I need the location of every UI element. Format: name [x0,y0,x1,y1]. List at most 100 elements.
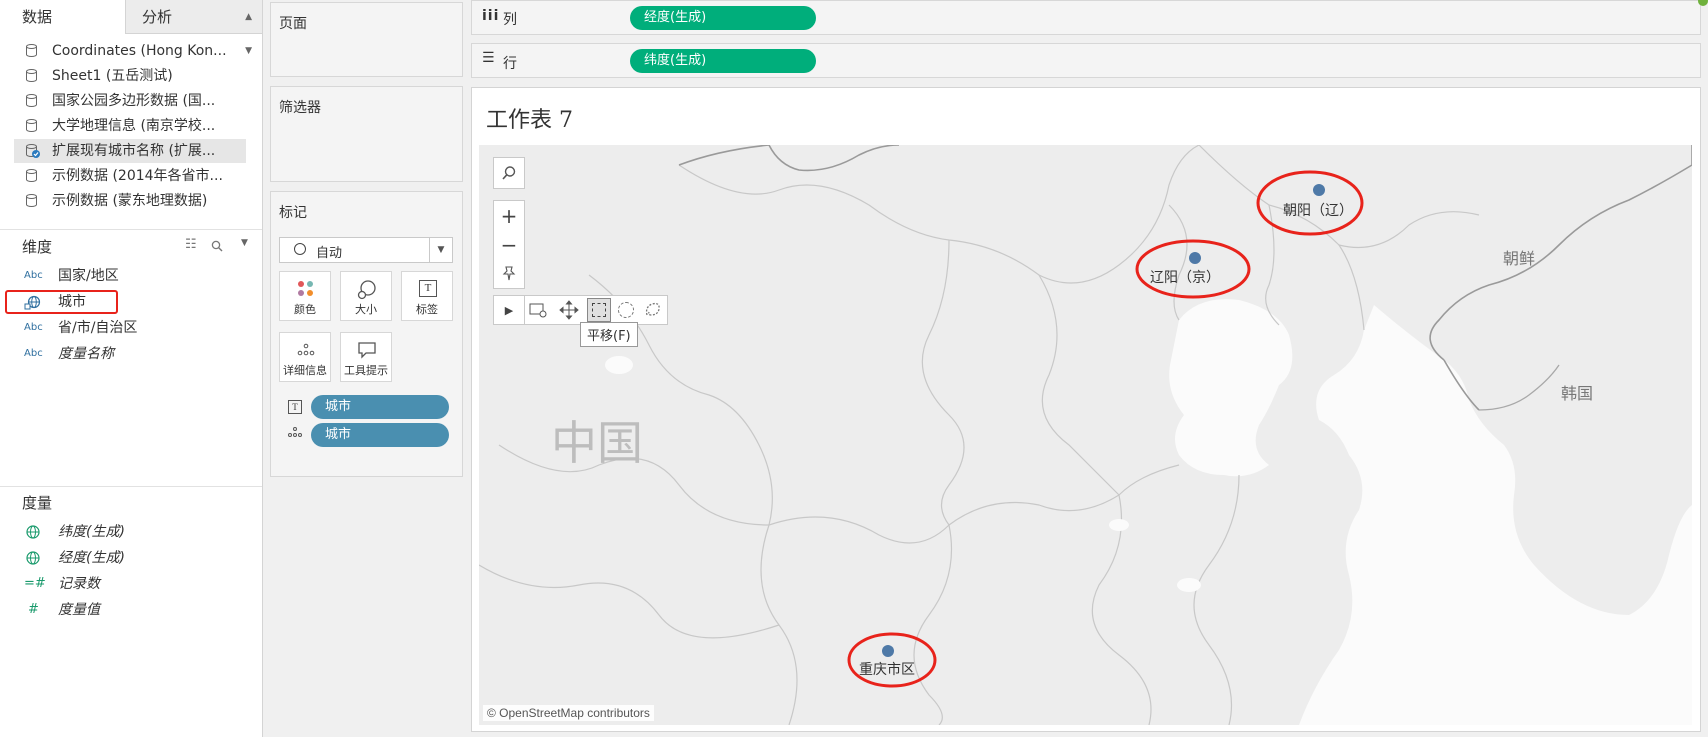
field-label: 国家/地区 [58,268,119,284]
map-copyright: © OpenStreetMap contributors [483,705,654,721]
dimensions-menu-icon[interactable]: ▼ [241,238,248,248]
globe-icon [26,525,40,539]
number-type-icon: # [28,602,39,617]
field-latitude[interactable]: 纬度(生成) [0,519,262,545]
datasource-label: 示例数据 (2014年各省市... [52,168,223,184]
mark-liaoyang[interactable] [1189,252,1201,264]
longitude-pill[interactable]: 经度(生成) [630,6,816,30]
label-encoding-icon: T [288,400,302,414]
circle-mark-icon [294,243,306,255]
field-longitude[interactable]: 经度(生成) [0,545,262,571]
datasource-item[interactable]: 国家公园多边形数据 (国... [14,89,246,113]
search-icon[interactable] [211,240,223,252]
plus-icon: + [500,204,518,228]
pan-tooltip: 平移(F) [580,322,638,347]
rows-shelf[interactable]: ☰ 行 纬度(生成) [471,43,1701,78]
sheet-title[interactable]: 工作表 7 [486,102,573,134]
datasource-item[interactable]: 示例数据 (2014年各省市... [14,164,246,188]
rows-icon: ☰ [482,50,495,66]
map[interactable]: 中国 朝鲜 韩国 朝阳（辽） 辽阳（京） 重庆市区 + − ▶ 平移(F) © … [479,145,1692,725]
mark-chaoyang[interactable] [1313,184,1325,196]
zoom-out-button[interactable]: − [493,230,525,259]
map-search-button[interactable] [493,157,525,189]
field-label: 度量值 [58,602,100,618]
database-icon [26,69,37,82]
database-icon [26,94,37,107]
label-label: 标签 [416,303,438,316]
measures-title: 度量 [22,494,53,512]
data-pane: 数据 分析 ▲ ▼ Coordinates (Hong Kon... Sheet1… [0,0,263,737]
datasource-item[interactable]: Coordinates (Hong Kon... [14,39,246,63]
color-button[interactable]: 颜色 [279,271,331,321]
datasource-label: Coordinates (Hong Kon... [52,43,227,59]
field-province[interactable]: Abc 省/市/自治区 [0,315,262,341]
datasource-label: Sheet1 (五岳测试) [52,68,173,84]
worksheet-view: 工作表 7 中国 朝鲜 韩国 朝阳（辽） 辽阳（京） 重庆市区 + − ▶ 平移… [471,87,1701,732]
field-label: 省/市/自治区 [58,320,138,336]
rect-select-button[interactable] [587,298,611,322]
string-type-icon: Abc [24,270,43,281]
database-icon [26,169,37,182]
field-city[interactable]: 城市 [0,289,262,315]
latitude-pill[interactable]: 纬度(生成) [630,49,816,73]
mark-type-label: 自动 [316,246,343,261]
marks-card: 标记 自动 ▼ 颜色 大小 T 标签 详细信息 工具提示 T 城市 城市 [270,191,463,477]
datasource-label: 大学地理信息 (南京学校... [52,118,216,134]
size-label: 大小 [355,303,377,316]
zoom-in-button[interactable]: + [493,200,525,230]
map-tools-strip [524,295,668,325]
calculated-number-icon: =# [24,576,46,591]
expand-toolbar-button[interactable]: ▶ [493,295,525,325]
pages-card[interactable]: 页面 [270,2,463,77]
columns-icon: iii [482,8,500,24]
columns-shelf[interactable]: iii 列 经度(生成) [471,0,1701,35]
mark-chongqing[interactable] [882,645,894,657]
datasource-item[interactable]: 大学地理信息 (南京学校... [14,114,246,138]
color-icon [298,281,313,296]
chevron-down-icon[interactable]: ▼ [429,238,452,262]
globe-icon [26,551,40,565]
field-record-count[interactable]: =# 记录数 [0,571,262,597]
size-button[interactable]: 大小 [340,271,392,321]
tab-data[interactable]: 数据 [0,0,125,34]
divider [0,229,262,230]
tooltip-button[interactable]: 工具提示 [340,332,392,382]
lasso-select-icon[interactable] [644,301,662,319]
detail-label: 详细信息 [283,364,327,377]
rows-label: 行 [503,56,517,72]
tab-sort-icon[interactable]: ▲ ▼ [245,0,252,68]
field-measure-values[interactable]: # 度量值 [0,597,262,623]
play-icon: ▶ [504,304,514,317]
color-label: 颜色 [294,303,316,316]
zoom-area-icon[interactable] [529,302,549,320]
detail-city-pill[interactable]: 城市 [311,423,449,447]
mark-type-dropdown[interactable]: 自动 ▼ [279,237,453,263]
datasource-item-selected[interactable]: 扩展现有城市名称 (扩展... [14,139,246,163]
minus-icon: − [500,233,518,257]
database-icon [26,119,37,132]
datasource-label: 国家公园多边形数据 (国... [52,93,216,109]
dimensions-title: 维度 [22,238,53,256]
highlight-box [5,290,118,314]
pin-icon [502,266,516,281]
detail-encoding-icon [288,427,302,437]
list-view-icon[interactable]: ☷ [185,237,197,252]
label-city-pill[interactable]: 城市 [311,395,449,419]
radial-select-icon[interactable] [618,302,634,318]
detail-button[interactable]: 详细信息 [279,332,331,382]
string-type-icon: Abc [24,348,43,359]
datasource-item[interactable]: 示例数据 (蒙东地理数据) [14,189,246,213]
datasource-label: 示例数据 (蒙东地理数据) [52,193,208,209]
pin-button[interactable] [493,259,525,289]
field-country[interactable]: Abc 国家/地区 [0,263,262,289]
city-marks [847,170,1364,688]
pan-icon[interactable] [559,300,579,320]
detail-icon [297,343,315,356]
datasource-item[interactable]: Sheet1 (五岳测试) [14,64,246,88]
label-button[interactable]: T 标签 [401,271,453,321]
filters-card[interactable]: 筛选器 [270,86,463,182]
field-label: 纬度(生成) [58,524,125,540]
tab-analysis[interactable]: 分析 ▲ ▼ [125,0,262,56]
city-label-chongqing: 重庆市区 [859,662,915,678]
field-measure-names[interactable]: Abc 度量名称 [0,341,262,367]
